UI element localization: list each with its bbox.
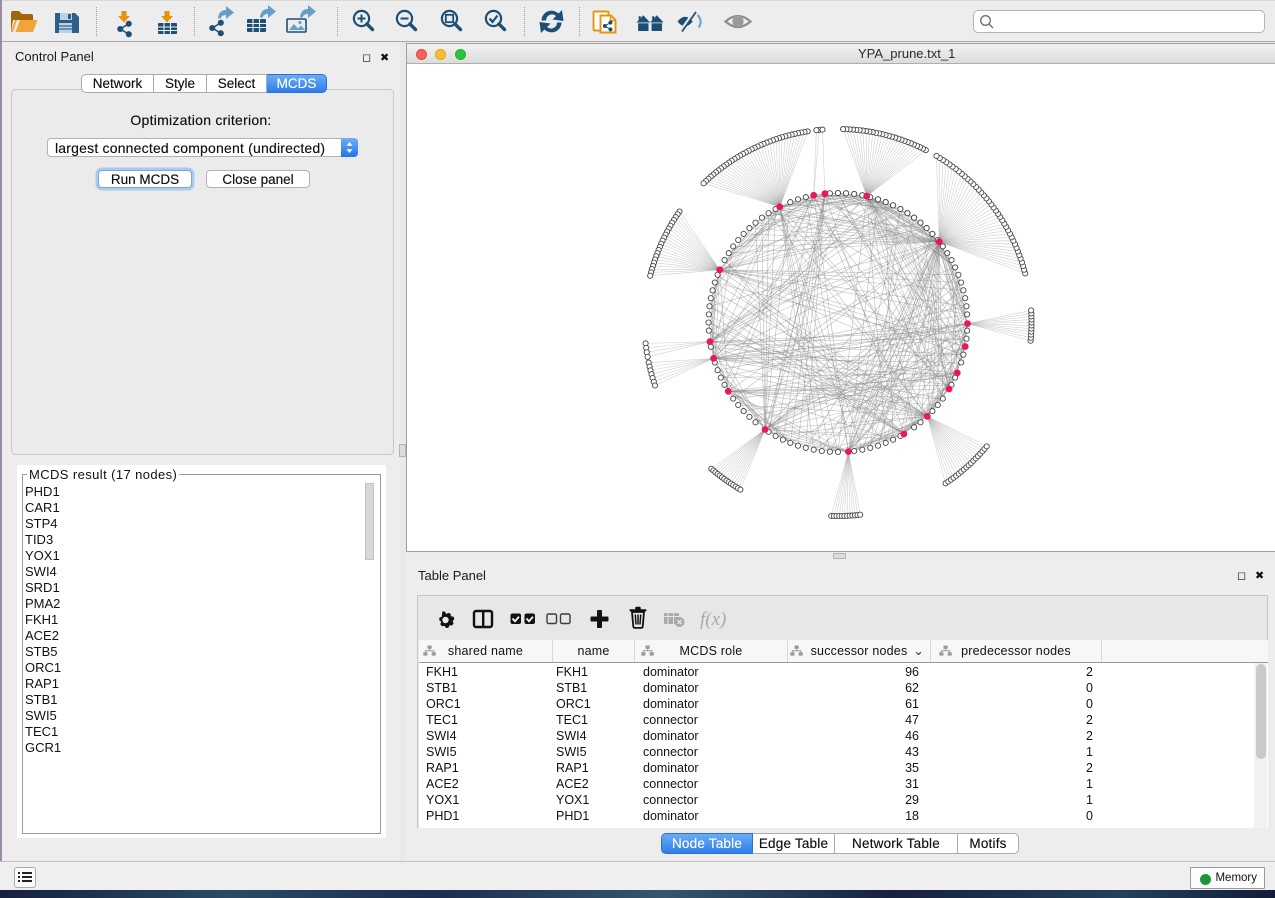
svg-text:f(x): f(x)	[700, 609, 726, 630]
